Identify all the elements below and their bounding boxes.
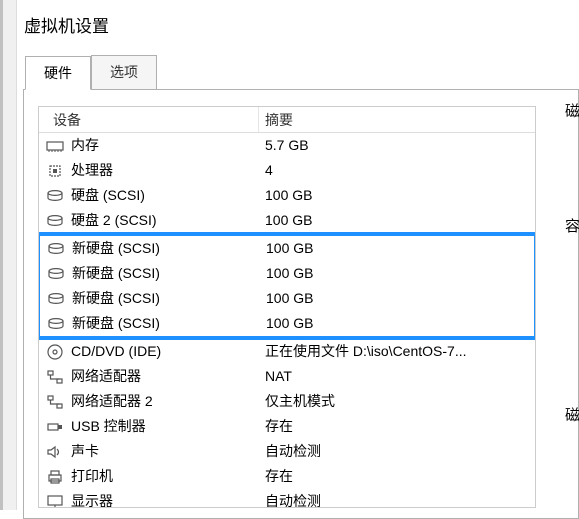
device-row[interactable]: 网络适配器 NAT	[39, 364, 535, 389]
device-row[interactable]: USB 控制器 存在	[39, 414, 535, 439]
device-summary: 100 GB	[260, 311, 534, 336]
device-name: 内存	[71, 133, 99, 158]
device-summary: 存在	[259, 464, 535, 489]
device-summary: 自动检测	[259, 489, 535, 508]
device-row[interactable]: 新硬盘 (SCSI) 100 GB	[40, 286, 534, 311]
device-name: 新硬盘 (SCSI)	[72, 286, 160, 311]
left-edge	[3, 0, 17, 510]
display-icon	[45, 493, 65, 509]
device-cell: 硬盘 (SCSI)	[39, 183, 259, 208]
device-cell: CD/DVD (IDE)	[39, 339, 259, 364]
tab-options[interactable]: 选项	[91, 55, 157, 89]
device-row[interactable]: 声卡 自动检测	[39, 439, 535, 464]
device-summary: 5.7 GB	[259, 133, 535, 158]
highlighted-disk-group: 新硬盘 (SCSI)100 GB新硬盘 (SCSI)100 GB新硬盘 (SCS…	[38, 232, 536, 340]
device-cell: 新硬盘 (SCSI)	[40, 286, 260, 311]
device-cell: 声卡	[39, 439, 259, 464]
disk-icon	[46, 290, 66, 308]
disk-icon	[45, 212, 65, 230]
cpu-icon	[45, 162, 65, 180]
tab-hardware[interactable]: 硬件	[25, 56, 91, 90]
device-cell: 打印机	[39, 464, 259, 489]
device-summary: 4	[259, 158, 535, 183]
device-cell: USB 控制器	[39, 414, 259, 439]
device-row[interactable]: 打印机 存在	[39, 464, 535, 489]
device-name: CD/DVD (IDE)	[71, 339, 161, 364]
device-cell: 硬盘 2 (SCSI)	[39, 208, 259, 233]
device-summary: 100 GB	[259, 183, 535, 208]
device-name: 网络适配器 2	[71, 389, 153, 414]
device-name: USB 控制器	[71, 414, 146, 439]
header-summary: 摘要	[259, 107, 535, 132]
device-summary: 100 GB	[260, 236, 534, 261]
disk-icon	[46, 265, 66, 283]
device-summary: 自动检测	[259, 439, 535, 464]
device-name: 新硬盘 (SCSI)	[72, 261, 160, 286]
sound-icon	[45, 443, 65, 461]
hardware-panel: 设备 摘要 内存5.7 GB处理器4硬盘 (SCSI)100 GB硬盘 2 (S…	[23, 89, 579, 519]
device-name: 打印机	[71, 464, 113, 489]
disk-icon	[46, 315, 66, 333]
device-cell: 显示器	[39, 489, 259, 508]
device-name: 显示器	[71, 489, 113, 508]
device-name: 硬盘 2 (SCSI)	[71, 208, 157, 233]
right-label-2: 容	[565, 215, 579, 236]
device-cell: 新硬盘 (SCSI)	[40, 236, 260, 261]
device-name: 新硬盘 (SCSI)	[72, 311, 160, 336]
device-cell: 新硬盘 (SCSI)	[40, 311, 260, 336]
device-row[interactable]: 硬盘 2 (SCSI) 100 GB	[39, 208, 535, 233]
device-summary: 正在使用文件 D:\iso\CentOS-7...	[259, 339, 535, 364]
device-summary: NAT	[259, 364, 535, 389]
right-cut-labels: 磁 容 磁	[565, 100, 579, 519]
device-name: 新硬盘 (SCSI)	[72, 236, 160, 261]
list-header: 设备 摘要	[39, 107, 535, 133]
network-icon	[45, 368, 65, 386]
memory-icon	[45, 137, 65, 155]
device-row[interactable]: 内存 5.7 GB	[39, 133, 535, 158]
device-rows: 内存 5.7 GB 处理器 4 硬盘 (SCSI) 100 GB 硬盘 2 (SCSI) 10…	[39, 133, 535, 508]
device-cell: 处理器	[39, 158, 259, 183]
device-summary: 100 GB	[260, 261, 534, 286]
device-name: 网络适配器	[71, 364, 141, 389]
disk-icon	[45, 187, 65, 205]
device-name: 声卡	[71, 439, 99, 464]
network-icon	[45, 393, 65, 411]
tab-bar: 硬件 选项	[25, 55, 579, 89]
device-row[interactable]: 处理器 4	[39, 158, 535, 183]
right-label-3: 磁	[565, 404, 579, 425]
device-summary: 存在	[259, 414, 535, 439]
device-list: 设备 摘要 内存5.7 GB处理器4硬盘 (SCSI)100 GB硬盘 2 (S…	[38, 106, 536, 508]
printer-icon	[45, 468, 65, 486]
device-row[interactable]: CD/DVD (IDE) 正在使用文件 D:\iso\CentOS-7...	[39, 339, 535, 364]
device-name: 硬盘 (SCSI)	[71, 183, 145, 208]
device-cell: 新硬盘 (SCSI)	[40, 261, 260, 286]
usb-icon	[45, 418, 65, 436]
window: 虚拟机设置 硬件 选项 设备 摘要 内存 5.7 GB 处理器 4 硬盘 (SCSI) 1…	[0, 0, 579, 510]
right-label-1: 磁	[565, 100, 579, 121]
header-device: 设备	[39, 107, 259, 132]
device-row[interactable]: 显示器 自动检测	[39, 489, 535, 508]
device-row[interactable]: 新硬盘 (SCSI) 100 GB	[40, 261, 534, 286]
device-row[interactable]: 新硬盘 (SCSI) 100 GB	[40, 311, 534, 336]
device-row[interactable]: 新硬盘 (SCSI) 100 GB	[40, 236, 534, 261]
device-name: 处理器	[71, 158, 113, 183]
device-cell: 内存	[39, 133, 259, 158]
window-title: 虚拟机设置	[4, 0, 579, 55]
device-row[interactable]: 网络适配器 2 仅主机模式	[39, 389, 535, 414]
device-cell: 网络适配器 2	[39, 389, 259, 414]
device-row[interactable]: 硬盘 (SCSI) 100 GB	[39, 183, 535, 208]
disk-icon	[46, 240, 66, 258]
device-summary: 100 GB	[260, 286, 534, 311]
disc-icon	[45, 343, 65, 361]
device-cell: 网络适配器	[39, 364, 259, 389]
device-summary: 100 GB	[259, 208, 535, 233]
device-summary: 仅主机模式	[259, 389, 535, 414]
